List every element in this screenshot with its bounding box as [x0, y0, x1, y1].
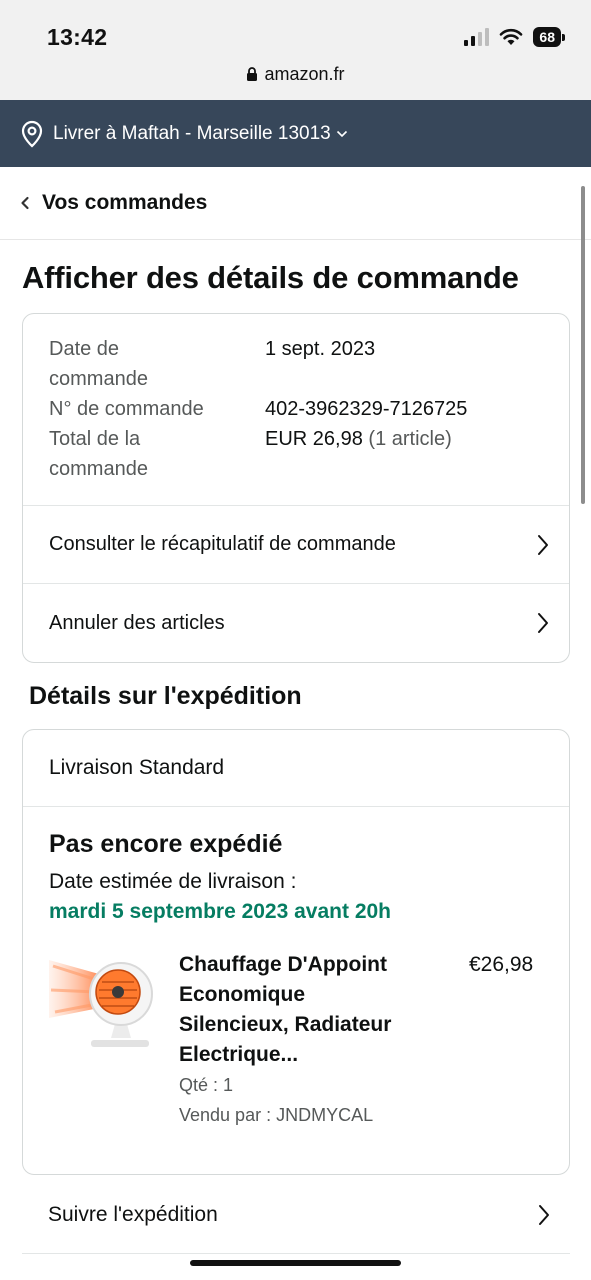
order-total-label: Total de la commande: [49, 428, 148, 480]
shipment-status: Pas encore expédié: [49, 830, 283, 858]
wifi-icon: [500, 28, 523, 45]
battery-icon: 68: [533, 27, 565, 47]
back-nav-label: Vos commandes: [42, 191, 208, 214]
shipping-section-title: Détails sur l'expédition: [29, 682, 302, 710]
order-number-label: N° de commande: [49, 398, 204, 420]
url-text: amazon.fr: [264, 64, 345, 84]
item-quantity: Qté : 1: [179, 1075, 234, 1095]
order-number-row: N° de commande 402-3962329-7126725: [49, 394, 543, 424]
order-info: Date de commande 1 sept. 2023 N° de comm…: [23, 314, 569, 506]
home-indicator[interactable]: [190, 1260, 401, 1266]
chevron-down-icon: [336, 130, 348, 138]
product-image[interactable]: [49, 950, 153, 1050]
estimated-delivery-label: Date estimée de livraison :: [49, 870, 297, 893]
status-icons: 68: [464, 27, 565, 47]
track-shipment-link[interactable]: Suivre l'expédition: [22, 1176, 570, 1254]
chevron-right-icon: [538, 613, 548, 633]
order-date-value: 1 sept. 2023: [265, 338, 376, 360]
cellular-signal-icon: [464, 28, 490, 46]
page-title: Afficher des détails de commande: [22, 260, 519, 295]
order-summary-card: Date de commande 1 sept. 2023 N° de comm…: [22, 313, 570, 663]
item-price: €26,98: [469, 953, 534, 976]
order-total-value: EUR 26,98 (1 article): [265, 428, 452, 450]
estimated-delivery-date: mardi 5 septembre 2023 avant 20h: [49, 900, 392, 923]
track-shipment-label: Suivre l'expédition: [48, 1202, 218, 1226]
cancel-items-label: Annuler des articles: [49, 611, 225, 634]
browser-url-bar[interactable]: amazon.fr: [0, 64, 591, 85]
chevron-left-icon: [21, 196, 29, 210]
view-order-summary-link[interactable]: Consulter le récapitulatif de commande: [23, 506, 569, 584]
order-total-row: Total de la commande EUR 26,98 (1 articl…: [49, 424, 543, 484]
location-pin-icon: [20, 120, 44, 148]
order-date-label: Date de commande: [49, 338, 148, 390]
battery-level: 68: [533, 27, 561, 47]
chevron-right-icon: [539, 1204, 549, 1225]
lock-icon: [247, 67, 258, 81]
order-item: Chauffage D'Appoint Economique Silencieu…: [49, 950, 543, 1130]
status-time: 13:42: [47, 24, 108, 50]
status-bar: 13:42 68 amazon.fr: [0, 0, 591, 100]
order-date-row: Date de commande 1 sept. 2023: [49, 334, 543, 394]
shipping-method: Livraison Standard: [23, 730, 569, 807]
item-seller: Vendu par : JNDMYCAL: [179, 1105, 374, 1125]
view-order-summary-label: Consulter le récapitulatif de commande: [49, 533, 396, 555]
deliver-to-label: Livrer à Maftah - Marseille 13013: [53, 122, 331, 144]
chevron-right-icon: [538, 534, 548, 555]
scrollbar[interactable]: [581, 186, 585, 504]
shipment-card: Livraison Standard Pas encore expédié Da…: [22, 729, 570, 1175]
deliver-to-bar[interactable]: Livrer à Maftah - Marseille 13013: [0, 100, 591, 167]
item-info: Chauffage D'Appoint Economique Silencieu…: [179, 950, 449, 1130]
cancel-items-link[interactable]: Annuler des articles: [23, 584, 569, 662]
order-number-value: 402-3962329-7126725: [265, 398, 468, 420]
back-to-orders-link[interactable]: Vos commandes: [0, 167, 591, 240]
shipment-status-block: Pas encore expédié Date estimée de livra…: [23, 807, 569, 1130]
order-item-count: (1 article): [368, 428, 452, 450]
item-title-link[interactable]: Chauffage D'Appoint Economique Silencieu…: [179, 950, 449, 1070]
